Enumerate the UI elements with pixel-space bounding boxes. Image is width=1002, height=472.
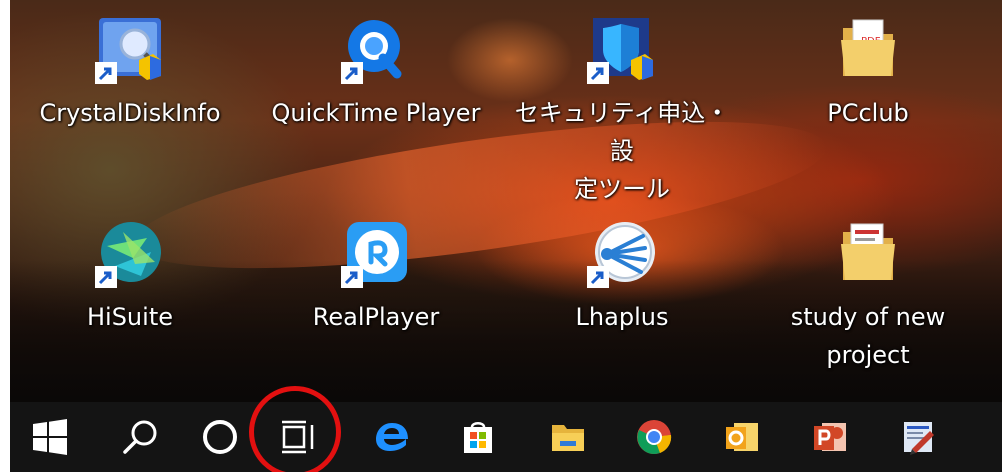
file-explorer-button[interactable] xyxy=(544,412,592,462)
desktop-icon-lhaplus[interactable]: Lhaplus xyxy=(512,218,732,336)
windows-logo-icon xyxy=(33,419,67,455)
security-tool-icon xyxy=(587,14,657,84)
crystaldiskinfo-icon xyxy=(95,14,165,84)
powerpoint-button[interactable] xyxy=(806,412,854,462)
desktop-icon-realplayer[interactable]: RealPlayer xyxy=(266,218,486,336)
search-icon xyxy=(123,420,157,454)
desktop-icon-quicktime[interactable]: QuickTime Player xyxy=(266,14,486,132)
lhaplus-icon xyxy=(587,218,657,288)
document-pen-icon xyxy=(904,422,934,455)
start-button[interactable] xyxy=(26,412,74,462)
desktop-icon-hisuite[interactable]: HiSuite xyxy=(20,218,240,336)
search-button[interactable] xyxy=(116,412,164,462)
desktop-icon-label: study of new project xyxy=(790,303,946,369)
folder-icon: PDF xyxy=(833,14,903,84)
desktop-screen: CrystalDiskInfo QuickTime Player セキュリティ申… xyxy=(0,0,1002,472)
desktop-icon-pcclub[interactable]: PDF PCclub xyxy=(758,14,978,132)
desktop-icon-label: HiSuite xyxy=(86,303,173,331)
desktop-icon-crystaldiskinfo[interactable]: CrystalDiskInfo xyxy=(20,14,240,132)
chrome-button[interactable] xyxy=(630,412,678,462)
desktop-icon-label: RealPlayer xyxy=(312,303,440,331)
edge-button[interactable] xyxy=(368,412,416,462)
desktop-icon-study-of-new-project[interactable]: study of new project xyxy=(758,218,978,374)
powerpoint-icon xyxy=(814,423,846,451)
outlook-icon xyxy=(726,423,758,451)
task-view-highlight-circle xyxy=(249,386,341,472)
folder-icon xyxy=(552,425,584,451)
desktop-icon-label: QuickTime Player xyxy=(271,99,481,127)
hisuite-icon xyxy=(95,218,165,288)
desktop-icon-security-tool[interactable]: セキュリティ申込・設 定ツール xyxy=(512,14,732,208)
folder-icon xyxy=(833,218,903,288)
app-button[interactable] xyxy=(894,412,942,462)
store-button[interactable] xyxy=(454,412,502,462)
store-icon xyxy=(464,422,492,453)
desktop-icon-label: PCclub xyxy=(827,99,909,127)
cortana-button[interactable] xyxy=(196,412,244,462)
desktop-icon-label: セキュリティ申込・設 定ツール xyxy=(514,99,730,203)
quicktime-icon xyxy=(341,14,411,84)
chrome-icon xyxy=(637,420,672,454)
left-margin xyxy=(0,0,10,472)
cortana-circle-icon xyxy=(203,420,237,454)
desktop-icon-label: Lhaplus xyxy=(575,303,669,331)
desktop-icon-label: CrystalDiskInfo xyxy=(39,99,221,127)
edge-icon xyxy=(376,423,408,451)
taskbar xyxy=(10,402,1002,472)
outlook-button[interactable] xyxy=(718,412,766,462)
realplayer-icon xyxy=(341,218,411,288)
